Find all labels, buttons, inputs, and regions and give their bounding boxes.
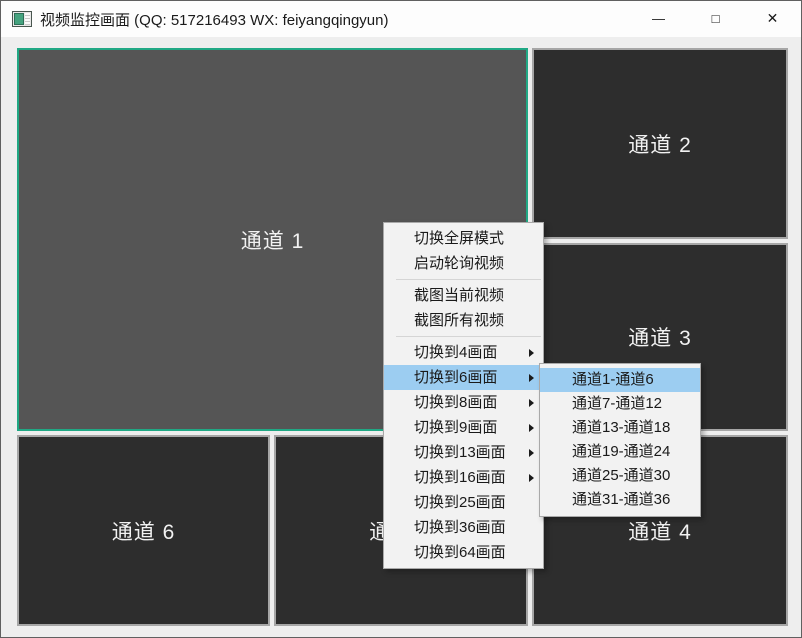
menu-item-switch-8-screens[interactable]: 切换到8画面 — [384, 390, 543, 415]
app-icon — [12, 11, 32, 27]
caption-buttons: — □ ✕ — [630, 1, 801, 36]
menu-item-toggle-fullscreen[interactable]: 切换全屏模式 — [384, 226, 543, 251]
title-bar[interactable]: 视频监控画面 (QQ: 517216493 WX: feiyangqingyun… — [1, 1, 801, 37]
maximize-button[interactable]: □ — [687, 1, 744, 36]
app-icon-screen — [14, 13, 24, 25]
close-icon: ✕ — [767, 10, 779, 27]
channel-6-panel[interactable]: 通道 6 — [17, 435, 270, 626]
close-button[interactable]: ✕ — [744, 1, 801, 36]
submenu-arrow-icon — [529, 449, 534, 457]
app-icon-lines — [25, 13, 30, 25]
submenu-item-ch13-ch18[interactable]: 通道13-通道18 — [540, 416, 700, 440]
submenu-arrow-icon — [529, 424, 534, 432]
menu-item-switch-13-screens[interactable]: 切换到13画面 — [384, 440, 543, 465]
submenu-item-ch25-ch30[interactable]: 通道25-通道30 — [540, 464, 700, 488]
menu-item-switch-4-screens[interactable]: 切换到4画面 — [384, 340, 543, 365]
channel-2-panel[interactable]: 通道 2 — [532, 48, 788, 239]
menu-item-switch-25-screens[interactable]: 切换到25画面 — [384, 490, 543, 515]
submenu-arrow-icon — [529, 374, 534, 382]
context-menu: 切换全屏模式 启动轮询视频 截图当前视频 截图所有视频 切换到4画面 切换到6画… — [383, 222, 544, 569]
window-title: 视频监控画面 (QQ: 517216493 WX: feiyangqingyun… — [40, 9, 389, 30]
menu-item-switch-16-screens[interactable]: 切换到16画面 — [384, 465, 543, 490]
channel-3-label: 通道 3 — [628, 322, 692, 352]
submenu-item-ch7-ch12[interactable]: 通道7-通道12 — [540, 392, 700, 416]
submenu-item-ch1-ch6[interactable]: 通道1-通道6 — [540, 368, 700, 392]
channels-submenu: 通道1-通道6 通道7-通道12 通道13-通道18 通道19-通道24 通道2… — [539, 363, 701, 517]
channel-1-label: 通道 1 — [241, 225, 305, 255]
menu-item-switch-6-screens[interactable]: 切换到6画面 — [384, 365, 543, 390]
menu-item-switch-64-screens[interactable]: 切换到64画面 — [384, 540, 543, 565]
submenu-arrow-icon — [529, 349, 534, 357]
channel-4-label: 通道 4 — [628, 516, 692, 546]
menu-separator — [396, 336, 541, 337]
app-window: 视频监控画面 (QQ: 517216493 WX: feiyangqingyun… — [0, 0, 802, 638]
minimize-icon: — — [652, 11, 665, 26]
menu-item-switch-36-screens[interactable]: 切换到36画面 — [384, 515, 543, 540]
minimize-button[interactable]: — — [630, 1, 687, 36]
submenu-arrow-icon — [529, 399, 534, 407]
menu-item-snapshot-all[interactable]: 截图所有视频 — [384, 308, 543, 333]
menu-item-snapshot-current[interactable]: 截图当前视频 — [384, 283, 543, 308]
submenu-item-ch31-ch36[interactable]: 通道31-通道36 — [540, 488, 700, 512]
menu-item-switch-9-screens[interactable]: 切换到9画面 — [384, 415, 543, 440]
menu-separator — [396, 279, 541, 280]
submenu-item-ch19-ch24[interactable]: 通道19-通道24 — [540, 440, 700, 464]
menu-item-start-poll-video[interactable]: 启动轮询视频 — [384, 251, 543, 276]
channel-2-label: 通道 2 — [628, 129, 692, 159]
submenu-arrow-icon — [529, 474, 534, 482]
channel-6-label: 通道 6 — [112, 516, 176, 546]
maximize-icon: □ — [712, 11, 720, 26]
